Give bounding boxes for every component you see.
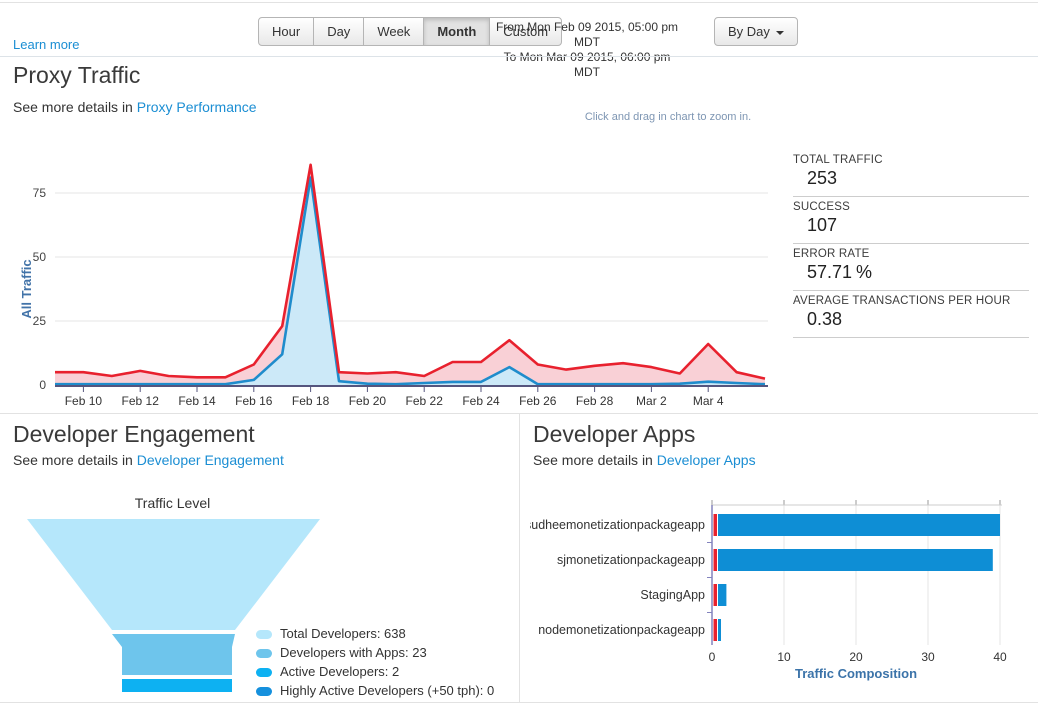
legend-swatch-icon: [256, 668, 272, 677]
developer-engagement-title: Developer Engagement: [13, 421, 255, 448]
stat-total-traffic: TOTAL TRAFFIC 253: [793, 150, 1029, 197]
legend-label: Total Developers: 638: [280, 626, 406, 641]
legend-item: Highly Active Developers (+50 tph): 0: [256, 683, 494, 698]
svg-text:40: 40: [993, 650, 1007, 664]
funnel-title: Traffic Level: [85, 495, 260, 511]
day-button[interactable]: Day: [313, 17, 364, 46]
date-from: From Mon Feb 09 2015, 05:00 pm MDT: [492, 20, 682, 50]
svg-text:Feb 12: Feb 12: [122, 394, 160, 408]
hour-button[interactable]: Hour: [258, 17, 314, 46]
funnel-legend: Total Developers: 638 Developers with App…: [256, 626, 494, 702]
stat-success: SUCCESS 107: [793, 197, 1029, 244]
legend-item: Developers with Apps: 23: [256, 645, 494, 660]
stat-error-rate: ERROR RATE 57.71%: [793, 244, 1029, 291]
date-range-text: From Mon Feb 09 2015, 05:00 pm MDT To Mo…: [492, 20, 682, 80]
month-button[interactable]: Month: [423, 17, 490, 46]
developer-apps-chart: 0 10 20 30 40 sudheemonetizationpackageapp sjm…: [530, 498, 1035, 684]
legend-item: Active Developers: 2: [256, 664, 494, 679]
see-more-prefix: See more details in: [533, 452, 653, 468]
svg-text:10: 10: [777, 650, 791, 664]
svg-text:0: 0: [709, 650, 716, 664]
developer-apps-subtitle: See more details in Developer Apps: [533, 452, 756, 468]
week-button[interactable]: Week: [363, 17, 424, 46]
svg-text:Feb 18: Feb 18: [292, 394, 330, 408]
see-more-prefix: See more details in: [13, 452, 133, 468]
svg-text:Feb 10: Feb 10: [65, 394, 103, 408]
bottom-divider: [0, 702, 1038, 703]
header-divider: [0, 56, 1038, 57]
proxy-performance-link[interactable]: Proxy Performance: [137, 99, 257, 115]
legend-swatch-icon: [256, 630, 272, 639]
proxy-stats-panel: TOTAL TRAFFIC 253 SUCCESS 107 ERROR RATE…: [793, 150, 1029, 338]
svg-text:50: 50: [33, 250, 47, 264]
proxy-traffic-title: Proxy Traffic: [13, 62, 140, 89]
legend-swatch-icon: [256, 687, 272, 696]
stat-avg-tph: AVERAGE TRANSACTIONS PER HOUR 0.38: [793, 291, 1029, 338]
svg-text:30: 30: [921, 650, 935, 664]
developer-engagement-link[interactable]: Developer Engagement: [137, 452, 284, 468]
svg-text:Mar 2: Mar 2: [636, 394, 667, 408]
svg-text:sudheemonetizationpackageapp: sudheemonetizationpackageapp: [530, 518, 705, 532]
svg-text:Traffic Composition: Traffic Composition: [795, 666, 917, 681]
legend-item: Total Developers: 638: [256, 626, 494, 641]
svg-text:sjmonetizationpackageapp: sjmonetizationpackageapp: [557, 553, 705, 567]
svg-text:All Traffic: All Traffic: [19, 259, 34, 318]
by-day-dropdown-button[interactable]: By Day: [714, 17, 798, 46]
chevron-down-icon: [776, 31, 784, 35]
see-more-prefix: See more details in: [13, 99, 133, 115]
legend-label: Active Developers: 2: [280, 664, 399, 679]
learn-more-link[interactable]: Learn more: [13, 37, 79, 52]
legend-swatch-icon: [256, 649, 272, 658]
svg-text:20: 20: [849, 650, 863, 664]
developer-apps-link[interactable]: Developer Apps: [657, 452, 756, 468]
proxy-traffic-chart[interactable]: 0 25 50 75 Feb 10 Feb 12 Feb 14 Feb 16 Feb 18 Feb…: [18, 146, 788, 410]
svg-text:Mar 4: Mar 4: [693, 394, 724, 408]
svg-text:25: 25: [33, 314, 47, 328]
svg-text:Feb 20: Feb 20: [349, 394, 387, 408]
svg-text:nodemonetizationpackageapp: nodemonetizationpackageapp: [538, 623, 705, 637]
svg-text:Feb 14: Feb 14: [178, 394, 216, 408]
developer-engagement-subtitle: See more details in Developer Engagement: [13, 452, 284, 468]
top-border: [0, 2, 1038, 3]
svg-text:75: 75: [33, 186, 47, 200]
by-day-label: By Day: [728, 24, 770, 39]
date-to: To Mon Mar 09 2015, 06:00 pm MDT: [492, 50, 682, 80]
svg-text:Feb 16: Feb 16: [235, 394, 273, 408]
svg-text:Feb 22: Feb 22: [406, 394, 444, 408]
developer-apps-title: Developer Apps: [533, 421, 695, 448]
svg-text:Feb 24: Feb 24: [462, 394, 500, 408]
vertical-divider: [519, 413, 520, 702]
proxy-traffic-subtitle: See more details in Proxy Performance: [13, 99, 257, 115]
legend-label: Highly Active Developers (+50 tph): 0: [280, 683, 494, 698]
legend-label: Developers with Apps: 23: [280, 645, 427, 660]
svg-text:0: 0: [39, 378, 46, 392]
svg-text:Feb 26: Feb 26: [519, 394, 557, 408]
zoom-hint-text: Click and drag in chart to zoom in.: [558, 111, 778, 123]
svg-text:Feb 28: Feb 28: [576, 394, 614, 408]
svg-text:StagingApp: StagingApp: [640, 588, 705, 602]
